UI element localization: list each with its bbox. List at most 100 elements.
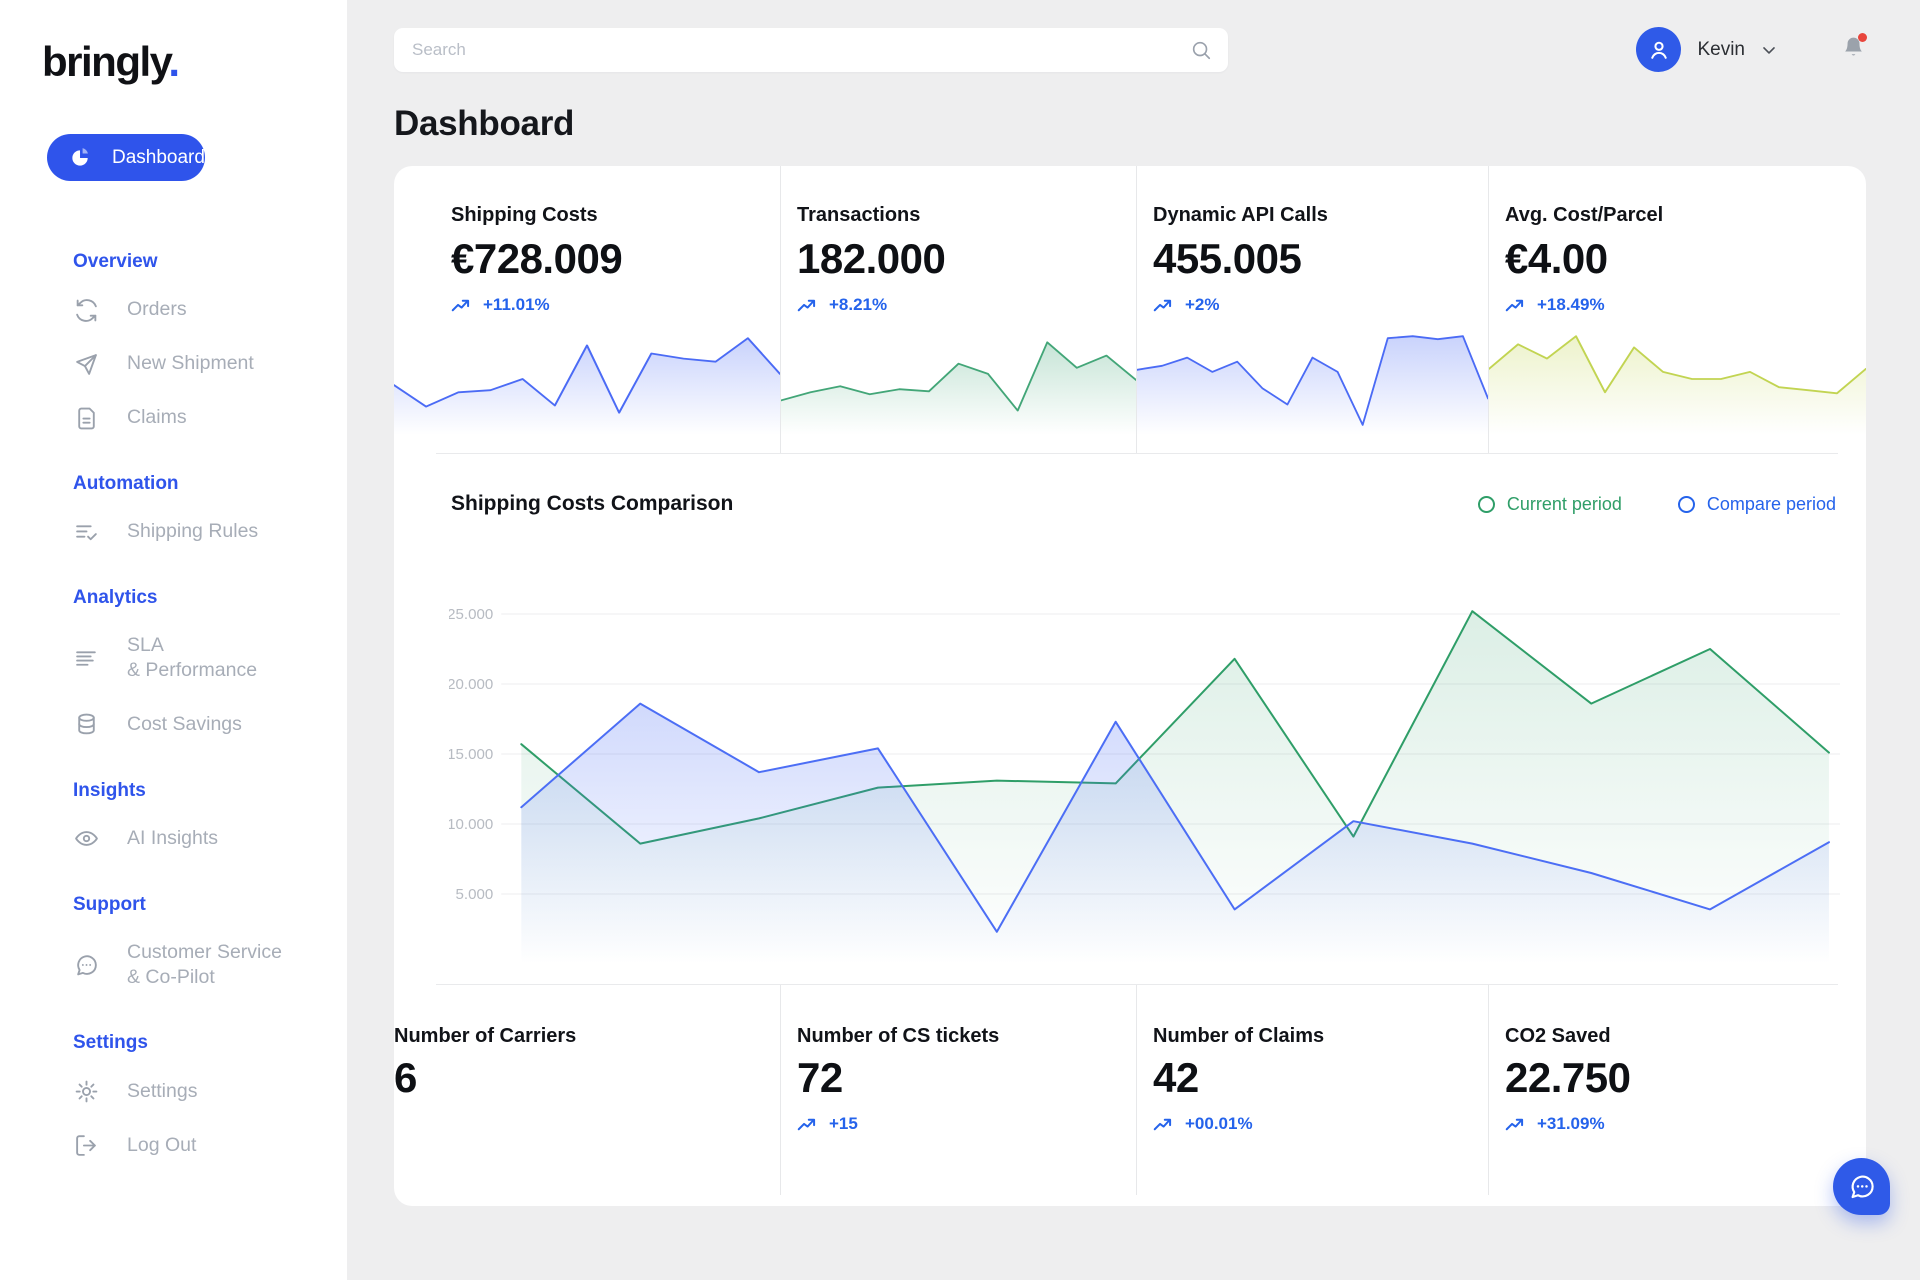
stat-delta: +15 [797,1114,1136,1134]
eye-icon [73,826,99,852]
brand-logo: bringly. [0,38,347,86]
pie-chart-icon [69,146,92,169]
sidebar-section-support: Support Customer Service& Co-Pilot [73,894,347,991]
chat-fab-button[interactable] [1833,1158,1890,1215]
sidebar-section-insights: Insights AI Insights [73,780,347,852]
gear-icon [73,1078,99,1104]
sparkline-chart [781,317,1136,437]
sidebar-item-label: Shipping Rules [127,519,258,544]
sidebar-item-settings[interactable]: Settings [73,1078,347,1104]
kpi-delta-value: +18.49% [1537,295,1605,315]
svg-text:10.000: 10.000 [449,816,493,833]
sidebar-item-label: Claims [127,405,187,430]
database-icon [73,712,99,738]
stat-card-number-of-carriers: Number of Carriers 6 [394,985,780,1195]
sidebar-item-new-shipment[interactable]: New Shipment [73,351,347,377]
stat-card-number-of-cs-tickets: Number of CS tickets 72 +15 [780,985,1136,1195]
main-content: Kevin Dashboard Shipping Costs €728.009 [347,0,1920,1280]
logout-icon [73,1132,99,1158]
search-icon[interactable] [1190,39,1212,61]
document-icon [73,405,99,431]
trend-up-icon [451,299,471,312]
kpi-delta-value: +11.01% [483,295,550,315]
comparison-chart: 25.000 20.000 15.000 10.000 5.000 [449,544,1840,984]
stat-title: Number of Carriers [394,1025,780,1048]
chat-icon [73,952,99,978]
svg-text:5.000: 5.000 [456,886,494,903]
legend-item-current-period[interactable]: Current period [1478,494,1622,515]
legend-ring-icon [1678,496,1695,513]
avatar[interactable] [1636,27,1681,72]
chart-title: Shipping Costs Comparison [451,492,733,516]
trend-up-icon [797,1118,817,1131]
stat-delta-value: +00.01% [1185,1114,1253,1134]
sparkline-chart [1137,317,1488,437]
list-check-icon [73,519,99,545]
sidebar-item-label: Cost Savings [127,712,242,737]
kpi-card-transactions: Transactions 182.000 +8.21% [780,166,1136,453]
trend-up-icon [1505,1118,1525,1131]
sidebar-item-label: AI Insights [127,826,218,851]
legend-ring-icon [1478,496,1495,513]
chart-legend: Current period Compare period [1478,494,1836,515]
legend-item-compare-period[interactable]: Compare period [1678,494,1836,515]
sidebar-item-label: Dashboard [112,147,205,169]
legend-label: Compare period [1707,494,1836,515]
sync-icon [73,297,99,323]
svg-text:15.000: 15.000 [449,746,493,763]
sidebar-item-dashboard[interactable]: Dashboard [47,134,205,181]
stat-delta: +31.09% [1505,1114,1866,1134]
sparkline-chart [394,317,780,437]
sidebar-item-ai-insights[interactable]: AI Insights [73,826,347,852]
stat-card-co2-saved: CO2 Saved 22.750 +31.09% [1488,985,1866,1195]
kpi-delta: +2% [1153,295,1488,315]
trend-up-icon [1153,1118,1173,1131]
area-chart-svg: 25.000 20.000 15.000 10.000 5.000 [449,544,1840,984]
stat-title: CO2 Saved [1505,1025,1866,1048]
trend-up-icon [797,299,817,312]
user-name: Kevin [1697,39,1745,61]
sidebar-section-overview: Overview Orders New Shipment [73,251,347,431]
stat-value: 22.750 [1505,1054,1866,1102]
kpi-row: Shipping Costs €728.009 +11.01% Transact… [394,166,1866,453]
sidebar-item-label: SLA& Performance [127,633,257,684]
kpi-title: Dynamic API Calls [1153,204,1488,227]
legend-label: Current period [1507,494,1622,515]
kpi-title: Transactions [797,204,1136,227]
search-bar [394,28,1228,72]
sidebar-item-label: Customer Service& Co-Pilot [127,940,282,991]
kpi-value: €728.009 [451,235,780,283]
kpi-card-shipping-costs: Shipping Costs €728.009 +11.01% [394,166,780,453]
section-title: Automation [73,473,347,495]
sidebar-item-log-out[interactable]: Log Out [73,1132,347,1158]
dashboard-panel: Shipping Costs €728.009 +11.01% Transact… [394,166,1866,1206]
kpi-title: Shipping Costs [451,204,780,227]
sidebar-item-cost-savings[interactable]: Cost Savings [73,712,347,738]
sidebar-item-claims[interactable]: Claims [73,405,347,431]
kpi-delta: +8.21% [797,295,1136,315]
kpi-value: €4.00 [1505,235,1866,283]
sidebar-item-label: New Shipment [127,351,254,376]
sidebar-nav: Overview Orders New Shipment [0,181,347,1158]
chevron-down-icon[interactable] [1759,40,1779,60]
sidebar-item-shipping-rules[interactable]: Shipping Rules [73,519,347,545]
sidebar-item-orders[interactable]: Orders [73,297,347,323]
search-input[interactable] [412,40,1190,60]
stat-delta-value: +31.09% [1537,1114,1605,1134]
sidebar-item-sla-performance[interactable]: SLA& Performance [73,633,347,684]
section-title: Insights [73,780,347,802]
kpi-delta: +11.01% [451,295,780,315]
stats-row: Number of Carriers 6 Number of CS ticket… [394,985,1866,1195]
notification-bell-icon[interactable] [1841,35,1866,65]
svg-text:20.000: 20.000 [449,676,493,693]
stat-title: Number of Claims [1153,1025,1488,1048]
topbar: Kevin [394,27,1866,72]
svg-text:25.000: 25.000 [449,606,493,623]
kpi-value: 182.000 [797,235,1136,283]
sidebar-item-customer-service[interactable]: Customer Service& Co-Pilot [73,940,347,991]
sidebar-item-label: Settings [127,1079,197,1104]
sidebar-section-analytics: Analytics SLA& Performance Cost Savings [73,587,347,738]
sidebar-section-settings: Settings Settings Log Out [73,1032,347,1158]
kpi-card-dynamic-api-calls: Dynamic API Calls 455.005 +2% [1136,166,1488,453]
stat-title: Number of CS tickets [797,1025,1136,1048]
